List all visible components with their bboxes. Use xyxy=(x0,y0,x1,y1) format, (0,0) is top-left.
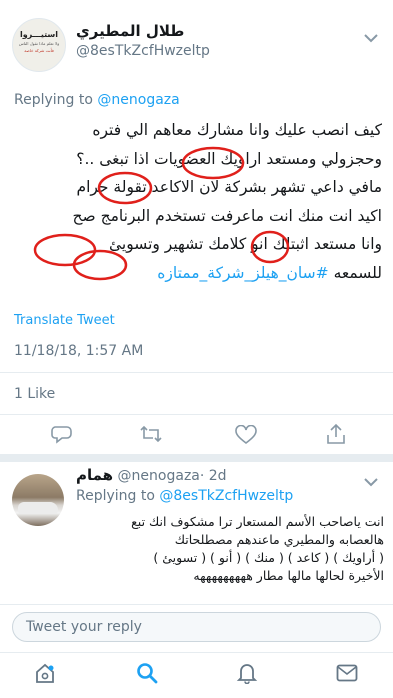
divider xyxy=(0,652,393,653)
messages-envelope-icon[interactable] xyxy=(336,664,358,682)
reply-composer[interactable]: Tweet your reply xyxy=(12,612,381,642)
reply-icon[interactable] xyxy=(51,424,73,444)
reply-display-name[interactable]: همام xyxy=(76,466,113,484)
tweet-line-5: وانا مستعد اثبتلك انو كلامك تشهير وتسويئ xyxy=(109,235,382,253)
retweet-icon[interactable] xyxy=(139,425,163,443)
like-count[interactable]: 1 Like xyxy=(14,386,55,402)
divider xyxy=(0,604,393,605)
tweet-line-3: مافي داعي تشهر بشركة لان الاكاعد تقولة ح… xyxy=(76,178,382,196)
reply-line-3: ( أراويك ) ( كاعد ) ( منك ) ( أنو ) ( تس… xyxy=(153,550,384,565)
reply-replying-to-label: Replying to xyxy=(76,488,155,504)
author-avatar[interactable]: استيـــروا ولا تعلم ماذا تقول الناس فأنت… xyxy=(12,18,66,72)
display-name[interactable]: طلال المطيري xyxy=(76,22,184,40)
tweet-body: كيف انصب عليك وانا مشارك معاهم الي فتره … xyxy=(12,116,383,288)
hashtag-prefix: للسمعه xyxy=(333,263,382,282)
tweet-line-2: وحجزولي ومستعد اراويك العضويات اذا تبغى … xyxy=(76,149,382,168)
reply-header: همام @nenogaza· 2d xyxy=(76,466,227,484)
reply-chevron-down-icon[interactable] xyxy=(364,472,378,491)
search-icon[interactable] xyxy=(136,662,158,684)
reply-line-4: الأخيرة لحالها مالها مطار هههههههههه xyxy=(193,568,384,583)
share-icon[interactable] xyxy=(326,423,346,445)
replying-to-line: Replying to @nenogaza xyxy=(14,92,180,108)
reply-body: انت ياصاحب الأسم المستعار ترا مشكوف انك … xyxy=(76,513,384,585)
replying-to-handle[interactable]: @nenogaza xyxy=(97,92,179,108)
author-handle[interactable]: @8esTkZcfHwzeltp xyxy=(76,43,210,59)
like-heart-icon[interactable] xyxy=(235,425,257,445)
reply-section-divider xyxy=(0,454,393,462)
avatar-text-2: ولا تعلم ماذا تقول الناس xyxy=(18,41,60,46)
divider xyxy=(0,372,393,373)
reply-replying-to-line: Replying to @8esTkZcfHwzeltp xyxy=(76,488,293,504)
translate-tweet-link[interactable]: Translate Tweet xyxy=(14,313,115,328)
divider xyxy=(0,414,393,415)
home-icon[interactable] xyxy=(34,662,56,684)
reply-time: · 2d xyxy=(199,468,227,484)
reply-replying-to-handle[interactable]: @8esTkZcfHwzeltp xyxy=(159,488,293,504)
tweet-line-6: للسمعه #سان_هيلز_شركة_ممتازه xyxy=(12,259,382,288)
reply-line-2: هالعصابه والمطيري ماعندهم مصطلحاتك xyxy=(174,532,384,547)
avatar-text-1: استيـــروا xyxy=(19,30,59,39)
tweet-line-1: كيف انصب عليك وانا مشارك معاهم الي فتره xyxy=(92,121,382,139)
chevron-down-icon[interactable] xyxy=(364,28,378,47)
car-image xyxy=(18,502,58,514)
reply-line-1: انت ياصاحب الأسم المستعار ترا مشكوف انك … xyxy=(131,514,384,529)
reply-handle[interactable]: @nenogaza xyxy=(118,468,200,484)
tweet-timestamp: 11/18/18, 1:57 AM xyxy=(14,343,144,359)
replying-to-label: Replying to xyxy=(14,92,93,108)
notifications-bell-icon[interactable] xyxy=(236,662,258,684)
reply-avatar[interactable] xyxy=(12,474,64,526)
tweet-line-4: اكيد انت منك انت ماعرفت تستخدم البرنامج … xyxy=(72,206,383,225)
hashtag-link[interactable]: #سان_هيلز_شركة_ممتازه xyxy=(157,264,328,282)
composer-placeholder[interactable]: Tweet your reply xyxy=(26,619,142,635)
avatar-text-3: فأنت شركة خاصة xyxy=(24,48,54,53)
